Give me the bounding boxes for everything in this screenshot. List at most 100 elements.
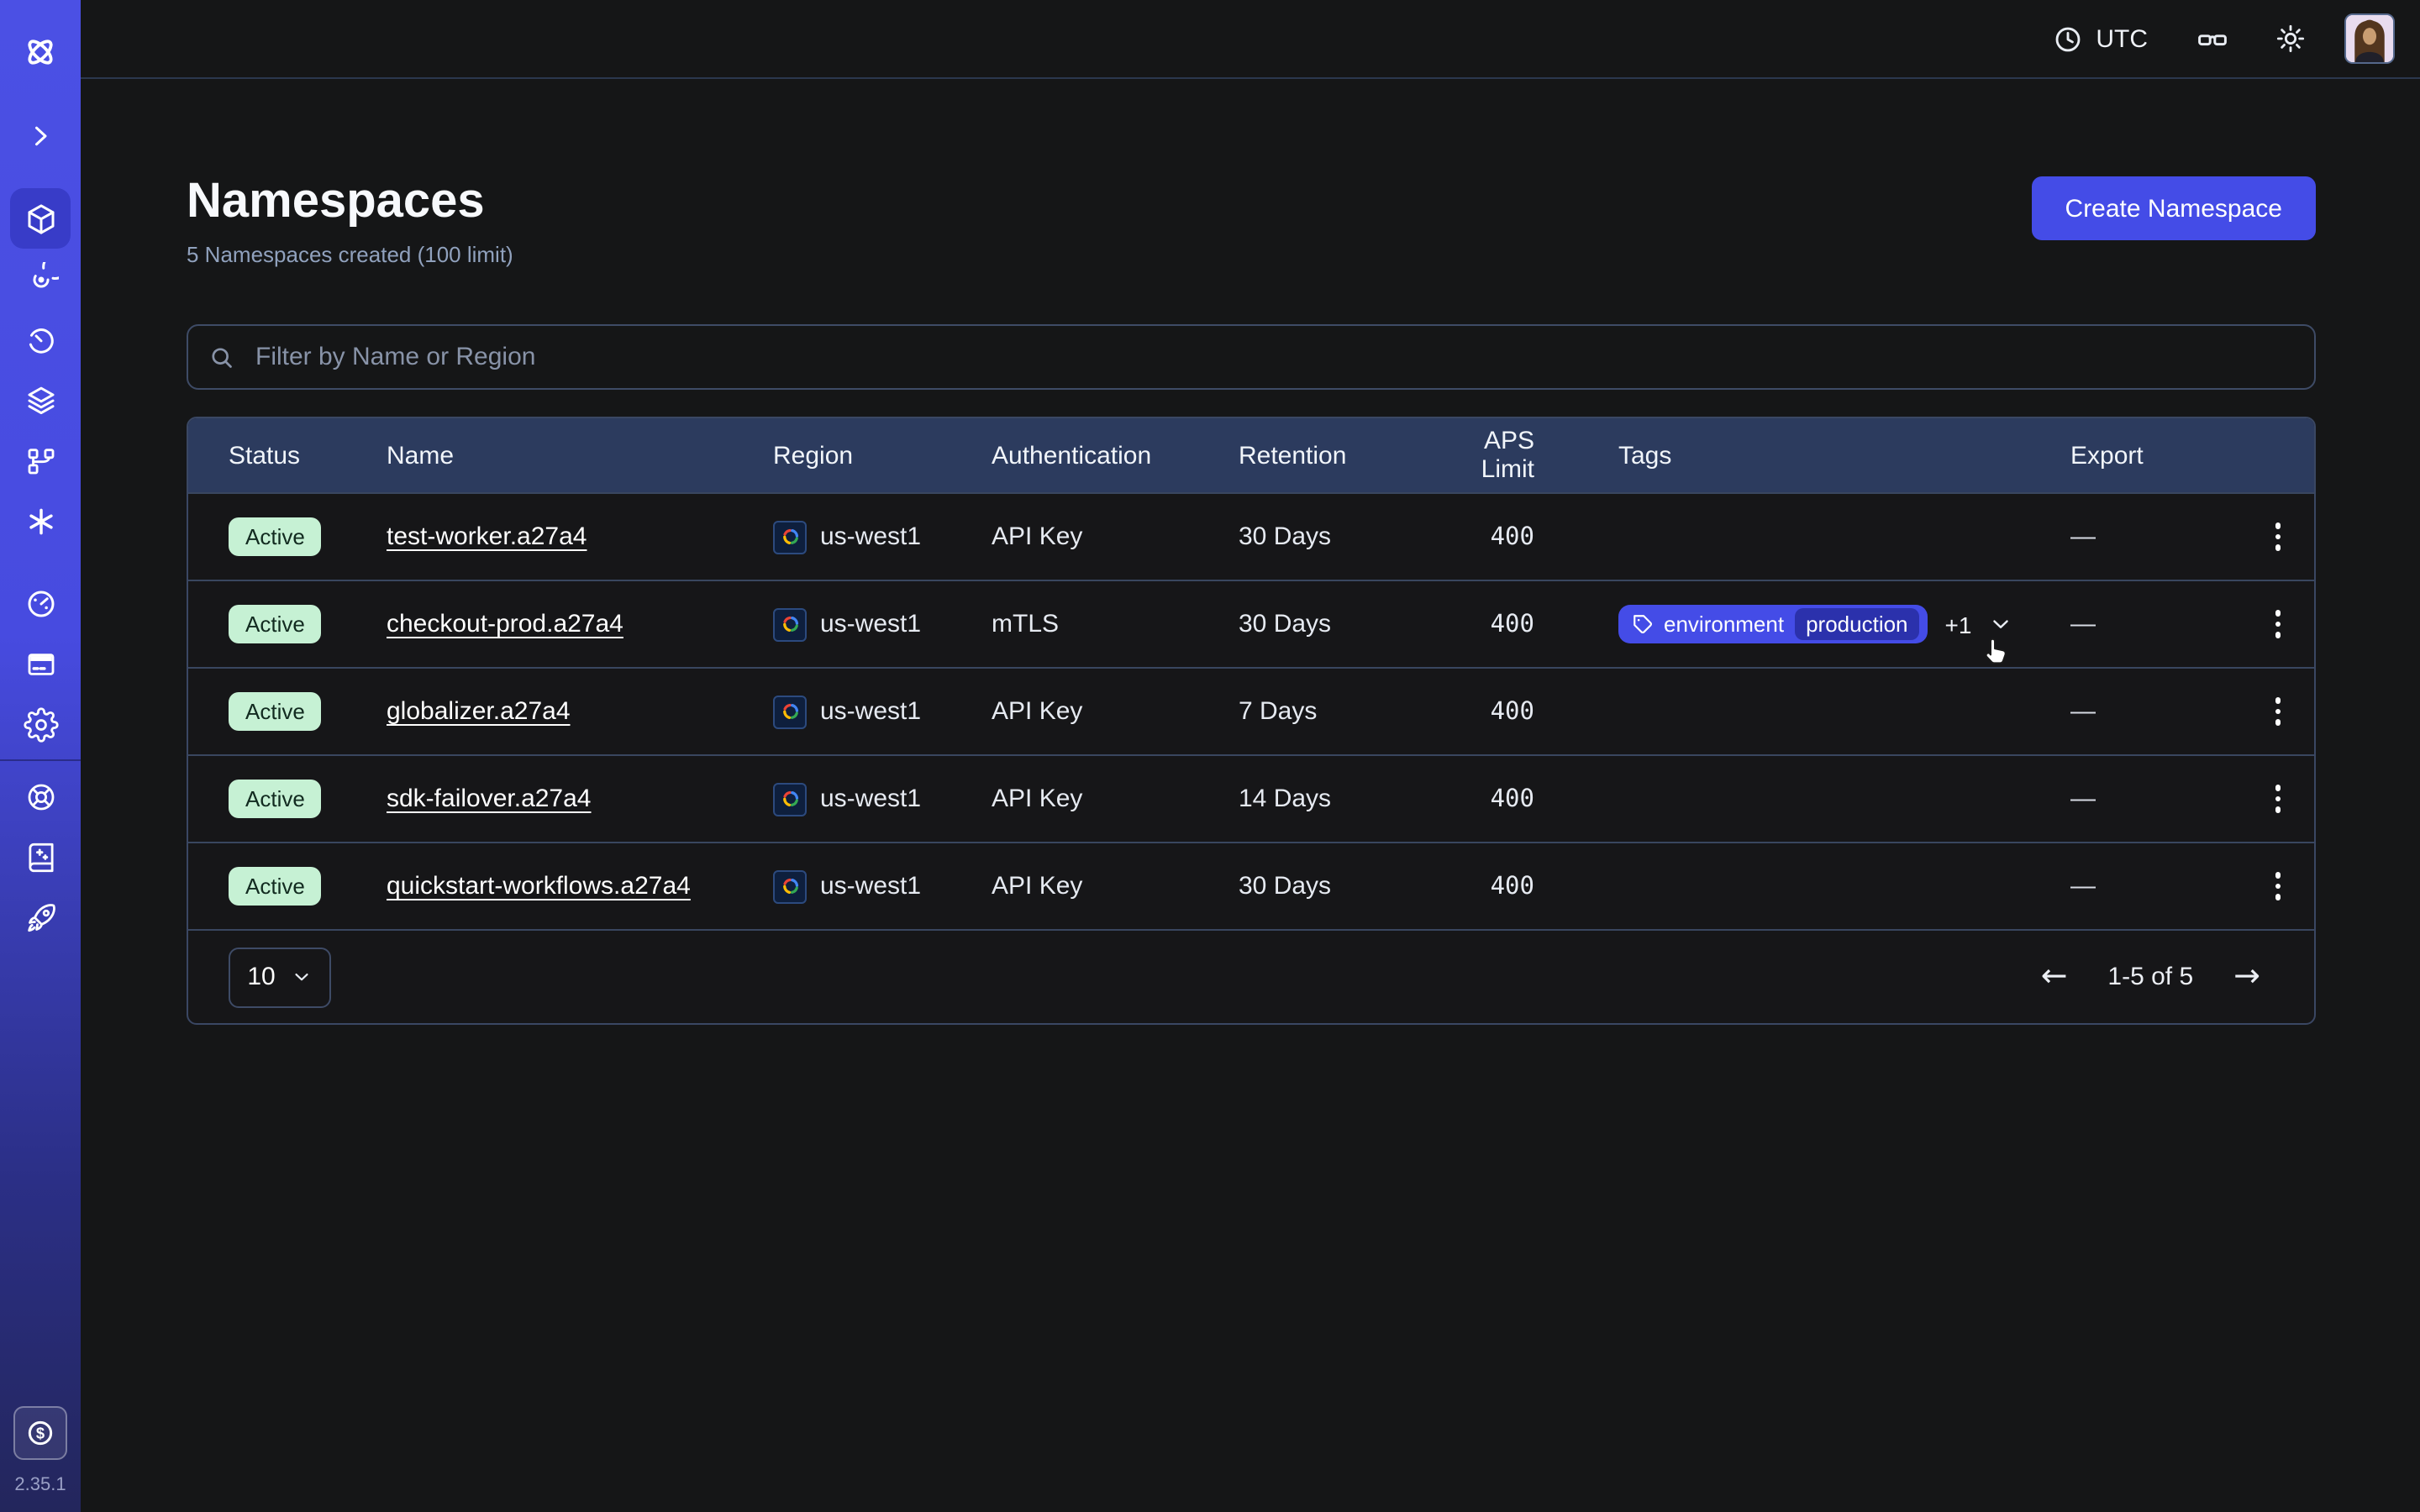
sidebar-collapse-button[interactable] bbox=[10, 106, 71, 166]
export-value: — bbox=[2070, 697, 2242, 726]
gauge-icon bbox=[23, 585, 58, 621]
filter-bar bbox=[187, 324, 2316, 390]
export-value: — bbox=[2070, 522, 2242, 551]
aps-value: 400 bbox=[1428, 873, 1534, 900]
sidebar-item-settings[interactable] bbox=[10, 694, 71, 754]
namespace-link[interactable]: globalizer.a27a4 bbox=[387, 697, 571, 726]
labs-mode-button[interactable] bbox=[2195, 21, 2230, 56]
sidebar-item-pipelines[interactable] bbox=[10, 430, 71, 491]
page-size-select[interactable]: 10 bbox=[229, 947, 331, 1007]
sidebar-item-nexus[interactable] bbox=[10, 491, 71, 551]
sidebar-plan-button[interactable]: $ bbox=[13, 1406, 67, 1460]
col-tags: Tags bbox=[1534, 441, 2070, 470]
col-aps-limit: APS Limit bbox=[1428, 427, 1534, 484]
table-row: Active test-worker.a27a4 us-west1 API Ke… bbox=[188, 492, 2314, 580]
sidebar-item-namespaces[interactable] bbox=[10, 188, 71, 249]
sun-icon bbox=[2274, 22, 2307, 55]
svg-text:$: $ bbox=[36, 1425, 45, 1442]
asterisk-icon bbox=[23, 503, 58, 538]
sidebar-item-deployments[interactable] bbox=[10, 370, 71, 430]
retention-label: 30 Days bbox=[1239, 522, 1428, 551]
pagination-range: 1-5 of 5 bbox=[2107, 963, 2193, 991]
gcp-region-icon bbox=[773, 607, 807, 641]
table-row: Active checkout-prod.a27a4 us-west1 mTLS… bbox=[188, 580, 2314, 667]
theme-toggle-button[interactable] bbox=[2274, 22, 2307, 55]
sidebar-item-getting-started[interactable] bbox=[10, 887, 71, 948]
aps-value: 400 bbox=[1428, 611, 1534, 638]
table-header-row: Status Name Region Authentication Retent… bbox=[188, 418, 2314, 492]
page-subtitle: 5 Namespaces created (100 limit) bbox=[187, 242, 513, 269]
page-title: Namespaces bbox=[187, 173, 513, 230]
layers-icon bbox=[23, 382, 58, 417]
row-menu-button[interactable] bbox=[2269, 779, 2288, 820]
col-name: Name bbox=[387, 441, 773, 470]
timezone-label: UTC bbox=[2096, 24, 2148, 53]
sidebar: $ 2.35.1 bbox=[0, 0, 81, 1512]
row-menu-button[interactable] bbox=[2269, 517, 2288, 558]
gcp-region-icon bbox=[773, 869, 807, 903]
sidebar-divider bbox=[0, 759, 81, 761]
next-page-button[interactable]: → bbox=[2233, 961, 2260, 993]
tag-more-count: +1 bbox=[1945, 611, 1972, 638]
sidebar-item-schedules[interactable] bbox=[10, 309, 71, 370]
status-badge: Active bbox=[229, 780, 322, 818]
col-export: Export bbox=[2070, 441, 2242, 470]
temporal-logo[interactable] bbox=[10, 22, 71, 82]
export-value: — bbox=[2070, 872, 2242, 900]
retention-label: 14 Days bbox=[1239, 785, 1428, 813]
table-row: Active quickstart-workflows.a27a4 us-wes… bbox=[188, 842, 2314, 929]
timer-icon bbox=[23, 322, 58, 357]
sidebar-item-billing[interactable] bbox=[10, 633, 71, 694]
region-label: us-west1 bbox=[820, 610, 921, 638]
dollar-badge-icon: $ bbox=[24, 1416, 57, 1450]
page-size-value: 10 bbox=[247, 963, 275, 991]
create-namespace-button[interactable]: Create Namespace bbox=[2032, 176, 2316, 240]
sidebar-item-docs[interactable] bbox=[10, 827, 71, 887]
row-menu-button[interactable] bbox=[2269, 604, 2288, 645]
pagination-bar: 10 ← 1-5 of 5 → bbox=[188, 929, 2314, 1023]
tag-value: production bbox=[1794, 608, 1919, 640]
branch-icon bbox=[23, 443, 58, 478]
status-badge: Active bbox=[229, 867, 322, 906]
row-menu-button[interactable] bbox=[2269, 866, 2288, 907]
retention-label: 7 Days bbox=[1239, 697, 1428, 726]
billing-icon bbox=[23, 646, 58, 681]
retention-label: 30 Days bbox=[1239, 872, 1428, 900]
namespace-link[interactable]: checkout-prod.a27a4 bbox=[387, 610, 623, 638]
clock-icon bbox=[2052, 23, 2084, 55]
app-window: $ 2.35.1 UTC bbox=[0, 0, 2420, 1512]
chevron-down-icon[interactable] bbox=[1988, 612, 2013, 637]
tag-chip[interactable]: environment production bbox=[1618, 605, 1928, 643]
topbar: UTC bbox=[81, 0, 2420, 79]
namespace-link[interactable]: sdk-failover.a27a4 bbox=[387, 785, 592, 813]
sidebar-item-workflows[interactable] bbox=[10, 249, 71, 309]
namespace-link[interactable]: test-worker.a27a4 bbox=[387, 522, 587, 551]
table-row: Active globalizer.a27a4 us-west1 API Key… bbox=[188, 667, 2314, 754]
avatar[interactable] bbox=[2344, 13, 2395, 64]
col-retention: Retention bbox=[1239, 441, 1428, 470]
auth-label: API Key bbox=[992, 522, 1239, 551]
prev-page-button[interactable]: ← bbox=[2041, 961, 2068, 993]
auth-label: API Key bbox=[992, 697, 1239, 726]
status-badge: Active bbox=[229, 605, 322, 643]
region-label: us-west1 bbox=[820, 872, 921, 900]
app-version: 2.35.1 bbox=[14, 1475, 66, 1495]
retention-label: 30 Days bbox=[1239, 610, 1428, 638]
status-badge: Active bbox=[229, 517, 322, 556]
tag-key: environment bbox=[1664, 612, 1784, 637]
sidebar-item-usage[interactable] bbox=[10, 573, 71, 633]
tag-icon bbox=[1632, 613, 1654, 635]
filter-input[interactable] bbox=[252, 341, 2296, 373]
export-value: — bbox=[2070, 785, 2242, 813]
table-row: Active sdk-failover.a27a4 us-west1 API K… bbox=[188, 754, 2314, 842]
col-region: Region bbox=[773, 441, 992, 470]
region-label: us-west1 bbox=[820, 785, 921, 813]
row-menu-button[interactable] bbox=[2269, 691, 2288, 732]
auth-label: API Key bbox=[992, 872, 1239, 900]
timezone-button[interactable]: UTC bbox=[2052, 23, 2148, 55]
aps-value: 400 bbox=[1428, 523, 1534, 550]
glasses-icon bbox=[2195, 21, 2230, 56]
auth-label: mTLS bbox=[992, 610, 1239, 638]
sidebar-item-support[interactable] bbox=[10, 766, 71, 827]
namespace-link[interactable]: quickstart-workflows.a27a4 bbox=[387, 872, 691, 900]
